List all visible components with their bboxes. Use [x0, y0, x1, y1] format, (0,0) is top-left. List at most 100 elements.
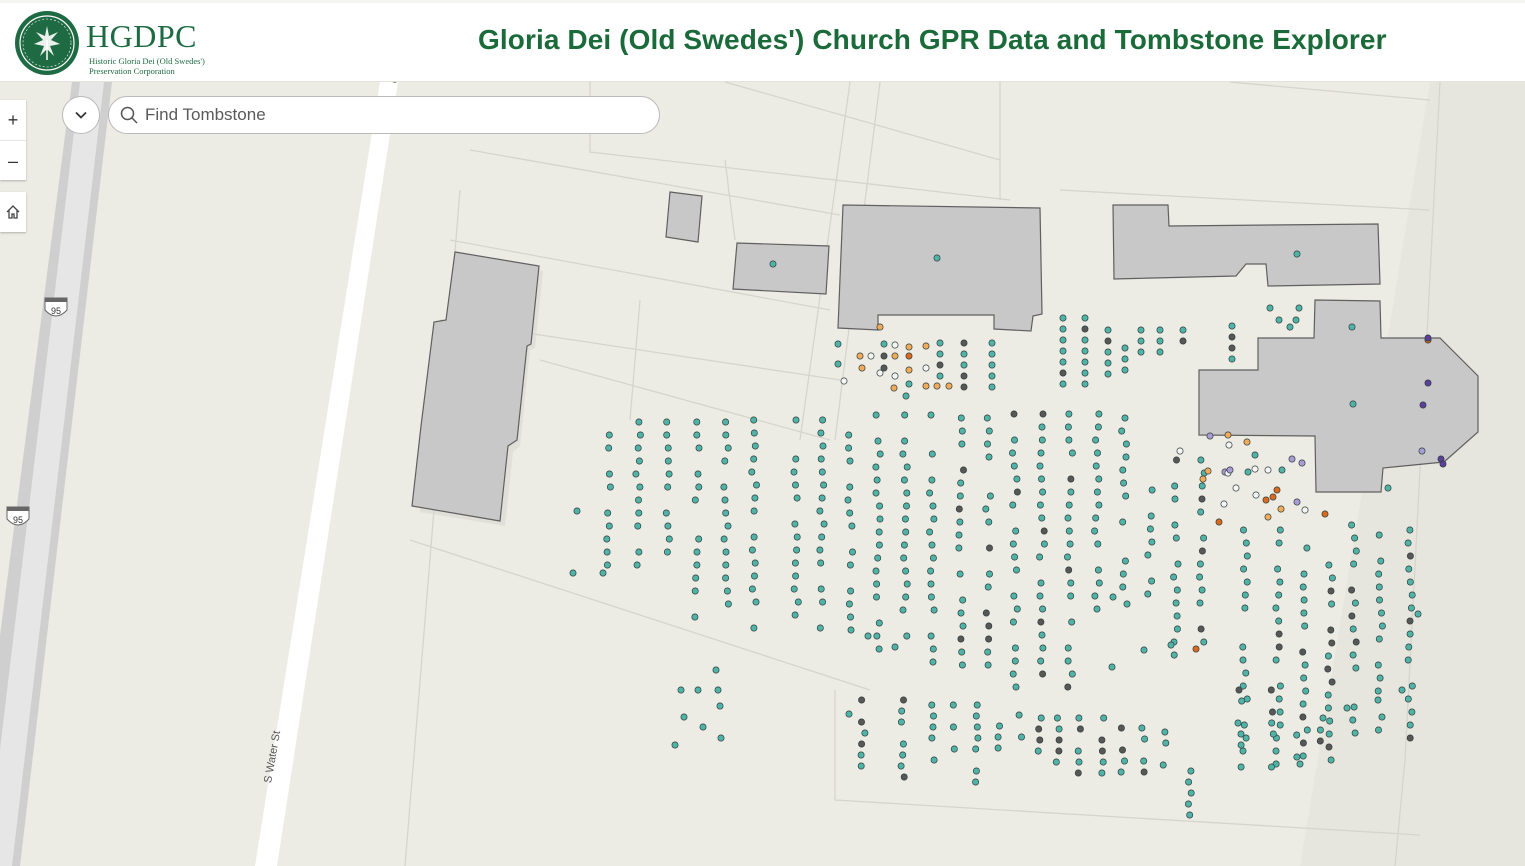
tombstone-point[interactable] [873, 632, 881, 640]
tombstone-point[interactable] [928, 734, 936, 742]
tombstone-point[interactable] [691, 587, 699, 595]
special-burial-point[interactable] [840, 377, 848, 385]
tombstone-point[interactable] [1038, 631, 1046, 639]
tombstone-point[interactable] [899, 450, 907, 458]
special-burial-point[interactable] [1226, 466, 1234, 474]
tombstone-point[interactable] [845, 600, 853, 608]
tombstone-point[interactable] [1059, 336, 1067, 344]
gpr-anomaly-point[interactable] [1179, 337, 1187, 345]
special-burial-point[interactable] [1220, 500, 1228, 508]
tombstone-point[interactable] [694, 470, 702, 478]
tombstone-point[interactable] [691, 613, 699, 621]
tombstone-point[interactable] [1091, 592, 1099, 600]
tombstone-point[interactable] [1159, 761, 1167, 769]
tombstone-point[interactable] [1092, 514, 1100, 522]
tombstone-point[interactable] [1241, 604, 1249, 612]
tombstone-point[interactable] [664, 444, 672, 452]
tombstone-point[interactable] [861, 729, 869, 737]
tombstone-point[interactable] [872, 567, 880, 575]
gpr-anomaly-point[interactable] [858, 696, 866, 704]
tombstone-point[interactable] [1081, 358, 1089, 366]
gpr-anomaly-point[interactable] [1324, 665, 1332, 673]
tombstone-point[interactable] [748, 468, 756, 476]
tombstone-point[interactable] [1327, 756, 1335, 764]
tombstone-point[interactable] [876, 502, 884, 510]
tombstone-point[interactable] [819, 598, 827, 606]
tombstone-point[interactable] [1121, 414, 1129, 422]
tombstone-point[interactable] [972, 712, 980, 720]
tombstone-point[interactable] [723, 587, 731, 595]
special-burial-point[interactable] [1251, 465, 1259, 473]
tombstone-point[interactable] [712, 666, 720, 674]
tombstone-point[interactable] [605, 444, 613, 452]
tombstone-point[interactable] [1104, 370, 1112, 378]
tombstone-point[interactable] [751, 442, 759, 450]
tombstone-point[interactable] [1122, 492, 1130, 500]
special-burial-point[interactable] [890, 384, 898, 392]
tombstone-point[interactable] [1228, 355, 1236, 363]
tombstone-point[interactable] [929, 554, 937, 562]
tombstone-point[interactable] [857, 762, 865, 770]
tombstone-point[interactable] [988, 361, 996, 369]
tombstone-point[interactable] [1300, 609, 1308, 617]
tombstone-point[interactable] [751, 572, 758, 580]
special-burial-point[interactable] [1277, 505, 1285, 513]
tombstone-point[interactable] [873, 593, 880, 601]
tombstone-point[interactable] [1234, 719, 1242, 727]
tombstone-point[interactable] [983, 414, 991, 422]
tombstone-point[interactable] [750, 533, 758, 541]
tombstone-point[interactable] [1240, 721, 1248, 729]
tombstone-point[interactable] [1009, 670, 1017, 678]
special-burial-point[interactable] [834, 360, 842, 368]
tombstone-point[interactable] [604, 509, 612, 517]
tombstone-point[interactable] [694, 686, 702, 694]
tombstone-point[interactable] [1200, 638, 1208, 646]
tombstone-point[interactable] [820, 520, 828, 528]
tombstone-point[interactable] [635, 457, 643, 465]
tombstone-point[interactable] [818, 494, 826, 502]
building-marker-point[interactable] [1384, 484, 1392, 492]
special-burial-point[interactable] [1224, 431, 1232, 439]
gpr-anomaly-point[interactable] [982, 609, 990, 617]
tombstone-point[interactable] [793, 546, 801, 554]
tombstone-point[interactable] [1068, 618, 1076, 626]
gpr-anomaly-point[interactable] [1074, 769, 1082, 777]
tombstone-point[interactable] [974, 734, 982, 742]
tombstone-point[interactable] [818, 468, 826, 476]
tombstone-point[interactable] [902, 528, 910, 536]
tombstone-point[interactable] [928, 476, 936, 484]
tombstone-point[interactable] [1064, 657, 1072, 665]
gpr-anomaly-point[interactable] [1036, 736, 1044, 744]
tombstone-point[interactable] [1036, 553, 1044, 561]
tombstone-point[interactable] [1156, 326, 1164, 334]
tombstone-point[interactable] [573, 507, 581, 515]
tombstone-point[interactable] [695, 483, 703, 491]
tombstone-point[interactable] [722, 574, 730, 582]
tombstone-point[interactable] [902, 593, 910, 601]
tombstone-point[interactable] [1093, 488, 1101, 496]
special-burial-point[interactable] [834, 340, 842, 348]
special-burial-point[interactable] [867, 352, 875, 360]
gpr-anomaly-point[interactable] [1299, 739, 1307, 747]
tombstone-point[interactable] [1325, 561, 1333, 569]
tombstone-point[interactable] [972, 767, 980, 775]
tombstone-point[interactable] [1081, 380, 1089, 388]
tombstone-point[interactable] [1013, 605, 1021, 613]
tombstone-point[interactable] [1117, 768, 1125, 776]
tombstone-point[interactable] [1406, 578, 1414, 586]
tombstone-point[interactable] [1299, 583, 1307, 591]
tombstone-point[interactable] [897, 762, 905, 770]
tombstone-point[interactable] [817, 585, 825, 593]
special-burial-point[interactable] [922, 364, 930, 372]
tombstone-point[interactable] [973, 723, 981, 731]
tombstone-point[interactable] [1378, 609, 1385, 617]
tombstone-point[interactable] [847, 587, 855, 595]
tombstone-point[interactable] [1186, 811, 1194, 819]
home-button[interactable] [0, 192, 26, 232]
gpr-anomaly-point[interactable] [1406, 552, 1414, 560]
tombstone-point[interactable] [1352, 547, 1360, 555]
special-burial-point[interactable] [1215, 518, 1223, 526]
tombstone-point[interactable] [632, 470, 640, 478]
tombstone-point[interactable] [633, 561, 641, 569]
tombstone-point[interactable] [724, 600, 732, 608]
